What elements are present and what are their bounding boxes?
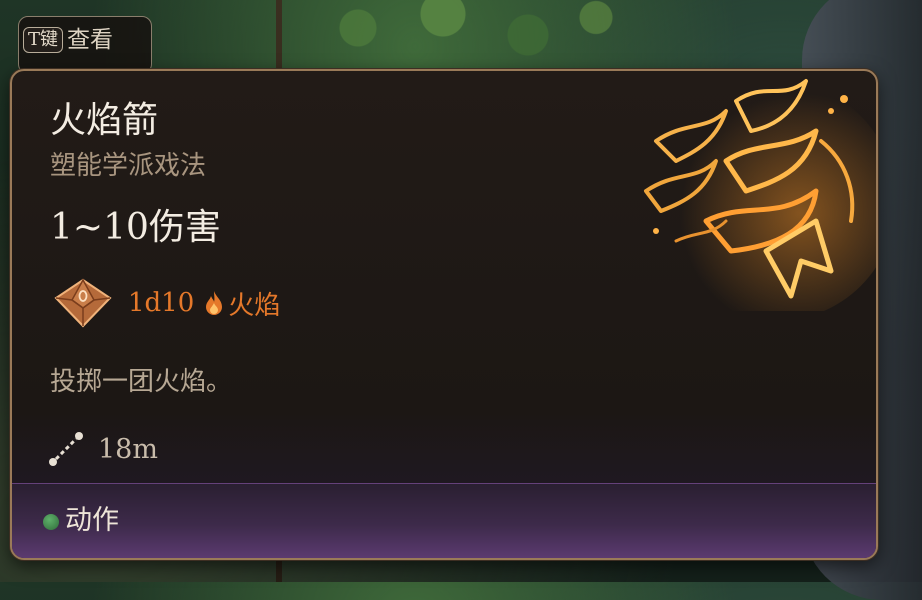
inspect-hotkey-button[interactable]: T键 查看 bbox=[18, 16, 152, 74]
spell-range: 18m bbox=[98, 433, 158, 465]
spell-description: 投掷一团火焰。 bbox=[50, 367, 233, 397]
fire-damage-icon bbox=[206, 291, 223, 315]
damage-dice-row: 1d10 火焰 bbox=[52, 278, 280, 328]
hotkey-label: 查看 bbox=[67, 27, 114, 53]
hotkey-key-badge: T键 bbox=[23, 27, 64, 53]
spell-name: 火焰箭 bbox=[50, 100, 159, 141]
fire-bolt-art-icon bbox=[644, 79, 876, 311]
damage-type: 火焰 bbox=[228, 290, 281, 321]
spell-tooltip: 火焰箭 塑能学派戏法 1~10伤害 1d10 火焰 投掷一团火焰。 18m 动作 bbox=[10, 69, 878, 560]
damage-dice: 1d10 bbox=[128, 288, 195, 318]
action-footer: 动作 bbox=[12, 483, 876, 558]
range-icon bbox=[49, 432, 83, 466]
action-type-label: 动作 bbox=[65, 505, 119, 536]
range-row: 18m bbox=[46, 429, 158, 469]
damage-range: 1~10伤害 bbox=[50, 207, 221, 248]
action-dot-icon bbox=[43, 514, 59, 530]
d10-dice-icon bbox=[54, 278, 112, 328]
background-foliage bbox=[290, 0, 630, 70]
spell-school: 塑能学派戏法 bbox=[50, 151, 207, 181]
